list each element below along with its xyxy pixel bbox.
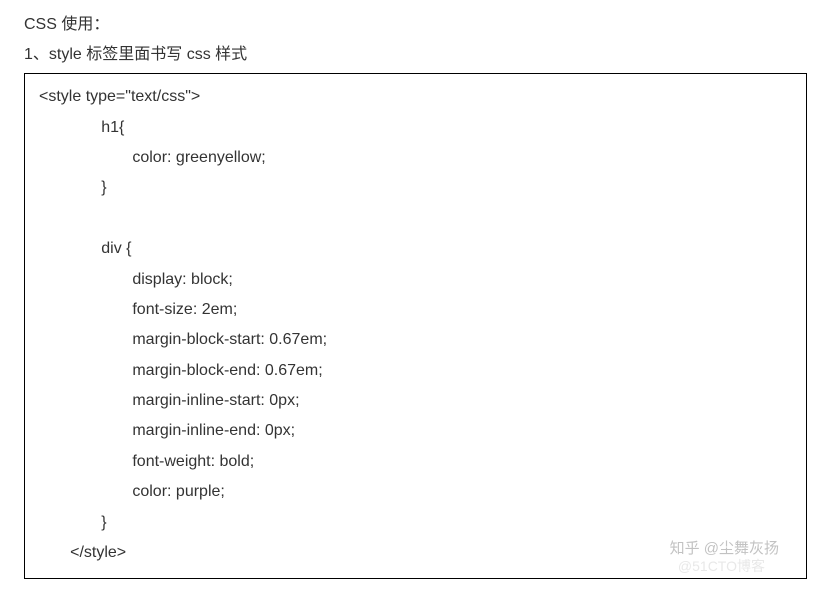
- section-heading: CSS 使用：: [24, 12, 807, 38]
- code-line: display: block;: [39, 271, 233, 288]
- code-block: <style type="text/css"> h1{ color: green…: [24, 73, 807, 579]
- code-line: <style type="text/css">: [39, 88, 200, 105]
- code-line: font-size: 2em;: [39, 301, 237, 318]
- section-subheading: 1、style 标签里面书写 css 样式: [24, 42, 807, 68]
- code-line: div {: [39, 240, 131, 257]
- code-line: margin-inline-start: 0px;: [39, 392, 300, 409]
- code-line: }: [39, 514, 107, 531]
- code-line: margin-inline-end: 0px;: [39, 422, 295, 439]
- code-line: </style>: [39, 544, 126, 561]
- code-line: color: greenyellow;: [39, 149, 266, 166]
- code-line: color: purple;: [39, 483, 225, 500]
- code-line: margin-block-end: 0.67em;: [39, 362, 323, 379]
- code-line: font-weight: bold;: [39, 453, 254, 470]
- code-line: h1{: [39, 119, 124, 136]
- code-line: margin-block-start: 0.67em;: [39, 331, 327, 348]
- code-line: }: [39, 179, 107, 196]
